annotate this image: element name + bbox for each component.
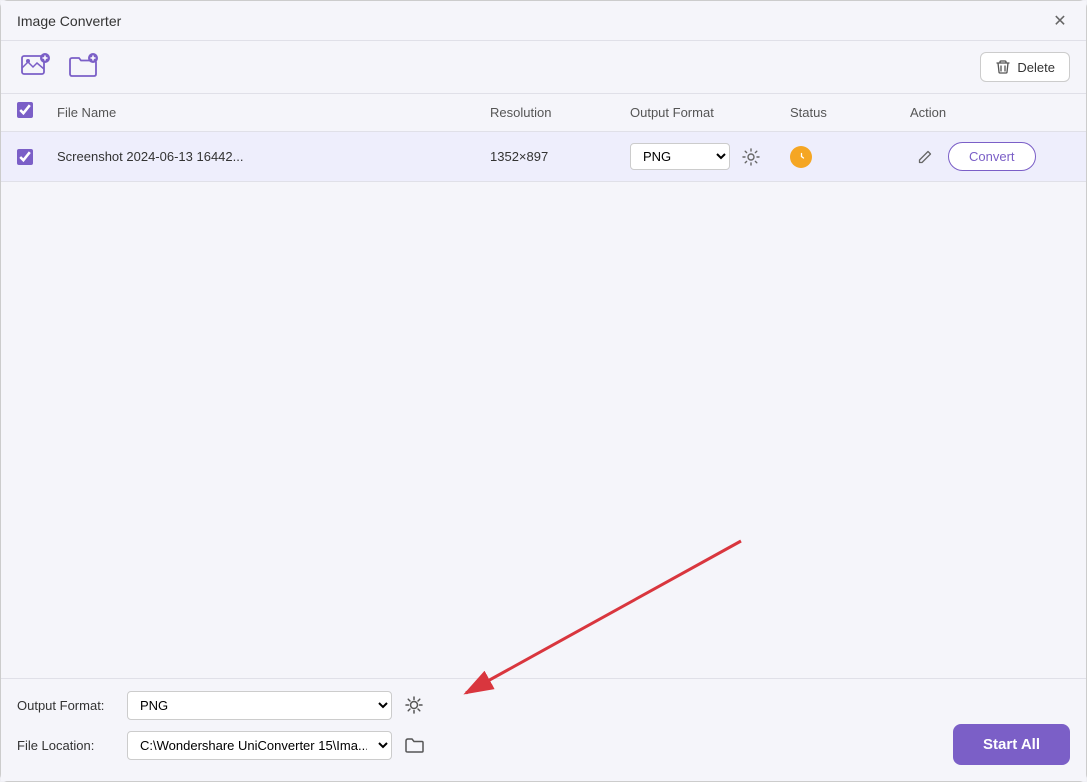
row-checkbox-cell bbox=[17, 149, 57, 165]
row-status bbox=[790, 146, 910, 168]
col-header-status: Status bbox=[790, 105, 910, 120]
folder-icon bbox=[404, 735, 424, 755]
status-pending-icon bbox=[790, 146, 812, 168]
row-convert-button[interactable]: Convert bbox=[948, 142, 1036, 171]
table-header: File Name Resolution Output Format Statu… bbox=[1, 94, 1086, 132]
title-bar: Image Converter ✕ bbox=[1, 1, 1086, 41]
col-header-file-name: File Name bbox=[57, 105, 490, 120]
row-edit-button[interactable] bbox=[910, 142, 940, 172]
toolbar: Delete bbox=[1, 41, 1086, 94]
add-image-button[interactable] bbox=[17, 49, 53, 85]
row-file-name: Screenshot 2024-06-13 16442... bbox=[57, 149, 490, 164]
row-format-select[interactable]: PNG JPG JPEG BMP GIF TIFF WEBP bbox=[630, 143, 730, 170]
add-image-icon bbox=[19, 51, 51, 83]
file-location-select[interactable]: C:\Wondershare UniConverter 15\Ima... bbox=[127, 731, 392, 760]
bottom-settings-button[interactable] bbox=[398, 689, 430, 721]
add-folder-icon bbox=[67, 51, 99, 83]
col-header-output-format: Output Format bbox=[630, 105, 790, 120]
app-title: Image Converter bbox=[17, 13, 121, 29]
row-resolution: 1352×897 bbox=[490, 149, 630, 164]
edit-icon bbox=[917, 149, 933, 165]
col-header-resolution: Resolution bbox=[490, 105, 630, 120]
row-checkbox[interactable] bbox=[17, 149, 33, 165]
col-header-action: Action bbox=[910, 105, 1070, 120]
row-settings-icon bbox=[742, 148, 760, 166]
output-format-label: Output Format: bbox=[17, 698, 127, 713]
output-format-row: Output Format: PNG JPG JPEG BMP GIF TIFF… bbox=[17, 689, 1070, 721]
toolbar-left bbox=[17, 49, 101, 85]
bottom-settings-icon bbox=[404, 695, 424, 715]
main-window: Image Converter ✕ bbox=[0, 0, 1087, 782]
table-body: Screenshot 2024-06-13 16442... 1352×897 … bbox=[1, 132, 1086, 678]
title-bar-left: Image Converter bbox=[17, 13, 121, 29]
row-action: Convert bbox=[910, 142, 1070, 172]
bottom-bar: Output Format: PNG JPG JPEG BMP GIF TIFF… bbox=[1, 678, 1086, 781]
start-all-button[interactable]: Start All bbox=[953, 724, 1070, 765]
add-folder-button[interactable] bbox=[65, 49, 101, 85]
row-output-format: PNG JPG JPEG BMP GIF TIFF WEBP bbox=[630, 142, 790, 172]
checkbox-header bbox=[17, 102, 57, 123]
file-location-label: File Location: bbox=[17, 738, 127, 753]
file-location-row: File Location: C:\Wondershare UniConvert… bbox=[17, 729, 1070, 761]
delete-label: Delete bbox=[1017, 60, 1055, 75]
delete-icon bbox=[995, 59, 1011, 75]
browse-folder-button[interactable] bbox=[398, 729, 430, 761]
delete-button[interactable]: Delete bbox=[980, 52, 1070, 82]
table-row: Screenshot 2024-06-13 16442... 1352×897 … bbox=[1, 132, 1086, 182]
select-all-checkbox[interactable] bbox=[17, 102, 33, 118]
close-button[interactable]: ✕ bbox=[1050, 11, 1070, 31]
bottom-format-select[interactable]: PNG JPG JPEG BMP GIF TIFF WEBP bbox=[127, 691, 392, 720]
row-settings-button[interactable] bbox=[736, 142, 766, 172]
